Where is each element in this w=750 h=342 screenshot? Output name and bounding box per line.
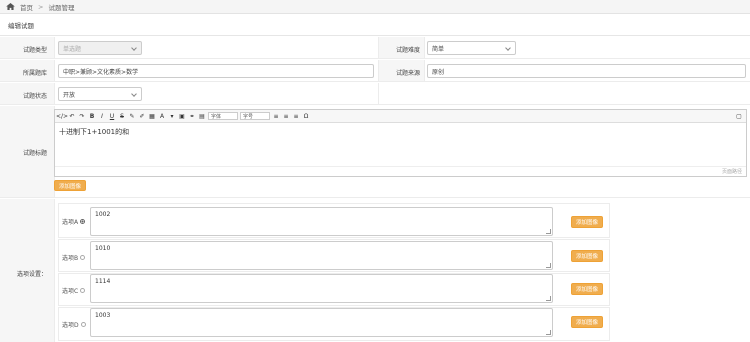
add-title-image-button[interactable]: 添加图像 (54, 180, 86, 191)
radio-option-c[interactable] (80, 288, 86, 293)
highlight-icon[interactable]: ▾ (168, 112, 176, 120)
row-type-difficulty: 试题类型 单选题 试题难度 简单 (0, 37, 750, 59)
row-bank-source: 所属题库 中职>兼顾>文化素质>数学 试题来源 原创 (0, 60, 750, 82)
resize-handle-icon[interactable] (546, 330, 551, 335)
format-painter-icon[interactable]: ✐ (138, 112, 146, 120)
editor-path: 页面路径 (55, 166, 746, 176)
option-b[interactable]: 选项B (62, 253, 86, 262)
editor-content[interactable]: 十进制下1+1001的和 (55, 123, 746, 166)
add-image-button-b[interactable]: 添加图像 (571, 250, 603, 262)
status-label: 试题状态 (22, 93, 47, 100)
undo-icon[interactable]: ↶ (68, 112, 76, 120)
option-c[interactable]: 选项C (62, 286, 86, 295)
add-image-button-c[interactable]: 添加图像 (571, 283, 603, 295)
option-d-textarea[interactable]: 1003 (90, 308, 553, 337)
paste-icon[interactable]: ▤ (198, 112, 206, 120)
breadcrumb-separator: > (38, 2, 44, 11)
italic-icon[interactable]: I (98, 112, 106, 120)
chevron-down-icon (131, 91, 137, 97)
table-icon[interactable]: ▦ (148, 112, 156, 120)
bold-icon[interactable]: B (88, 112, 96, 120)
special-char-icon[interactable]: Ω (302, 112, 310, 120)
resize-handle-icon[interactable] (546, 229, 551, 234)
option-b-textarea[interactable]: 1010 (90, 241, 553, 270)
title-label: 试题标题 (22, 150, 47, 157)
option-d[interactable]: 选项D (62, 320, 86, 329)
font-color-icon[interactable]: A (158, 112, 166, 120)
question-type-select: 单选题 (58, 41, 142, 55)
chevron-down-icon (131, 45, 137, 51)
question-type-label: 试题类型 (22, 47, 47, 54)
image-icon[interactable]: ▣ (178, 112, 186, 120)
panel-title: 编辑试题 (0, 14, 750, 36)
difficulty-label: 试题难度 (395, 47, 420, 54)
option-a-textarea[interactable]: 1002 (90, 207, 553, 236)
align-left-icon[interactable]: ≡ (272, 112, 280, 120)
resize-handle-icon[interactable] (546, 296, 551, 301)
difficulty-select[interactable]: 简单 (427, 41, 516, 55)
breadcrumb-home[interactable]: 首页 (20, 2, 33, 12)
bank-label: 所属题库 (22, 70, 47, 77)
radio-option-d[interactable] (80, 322, 86, 327)
font-size-select[interactable]: 字号 (240, 112, 270, 120)
redo-icon[interactable]: ↷ (78, 112, 86, 120)
fullscreen-icon[interactable]: ▢ (735, 112, 743, 120)
options-label: 选项设置： (16, 271, 47, 278)
resize-handle-icon[interactable] (546, 263, 551, 268)
source-code-icon[interactable]: </> (56, 112, 68, 120)
add-image-button-d[interactable]: 添加图像 (571, 316, 603, 328)
breadcrumb-current: 试题管理 (48, 3, 75, 12)
align-right-icon[interactable]: ≡ (292, 112, 300, 120)
source-input[interactable]: 原创 (427, 64, 746, 78)
eraser-icon[interactable]: ✎ (128, 112, 136, 120)
bank-input[interactable]: 中职>兼顾>文化素质>数学 (58, 64, 374, 78)
link-icon[interactable]: ⚭ (188, 112, 196, 120)
radio-option-b[interactable] (80, 255, 86, 260)
row-status: 试题状态 开放 (0, 83, 750, 105)
radio-option-a[interactable] (80, 219, 86, 224)
font-family-select[interactable]: 字体 (208, 112, 238, 120)
editor-toolbar: </> ↶ ↷ B I U S ✎ ✐ ▦ A ▾ ▣ ⚭ ▤ 字体 字号 ≡ … (55, 110, 746, 123)
option-a[interactable]: 选项A (62, 217, 86, 226)
align-center-icon[interactable]: ≡ (282, 112, 290, 120)
option-c-textarea[interactable]: 1114 (90, 274, 553, 303)
chevron-down-icon (505, 45, 511, 51)
home-icon[interactable] (6, 3, 15, 10)
source-label: 试题来源 (395, 70, 420, 77)
strikethrough-icon[interactable]: S (118, 112, 126, 120)
rich-text-editor[interactable]: </> ↶ ↷ B I U S ✎ ✐ ▦ A ▾ ▣ ⚭ ▤ 字体 字号 ≡ … (54, 109, 747, 177)
underline-icon[interactable]: U (108, 112, 116, 120)
breadcrumb: 首页 > 试题管理 (0, 0, 750, 14)
status-select[interactable]: 开放 (58, 87, 142, 101)
add-image-button-a[interactable]: 添加图像 (571, 216, 603, 228)
